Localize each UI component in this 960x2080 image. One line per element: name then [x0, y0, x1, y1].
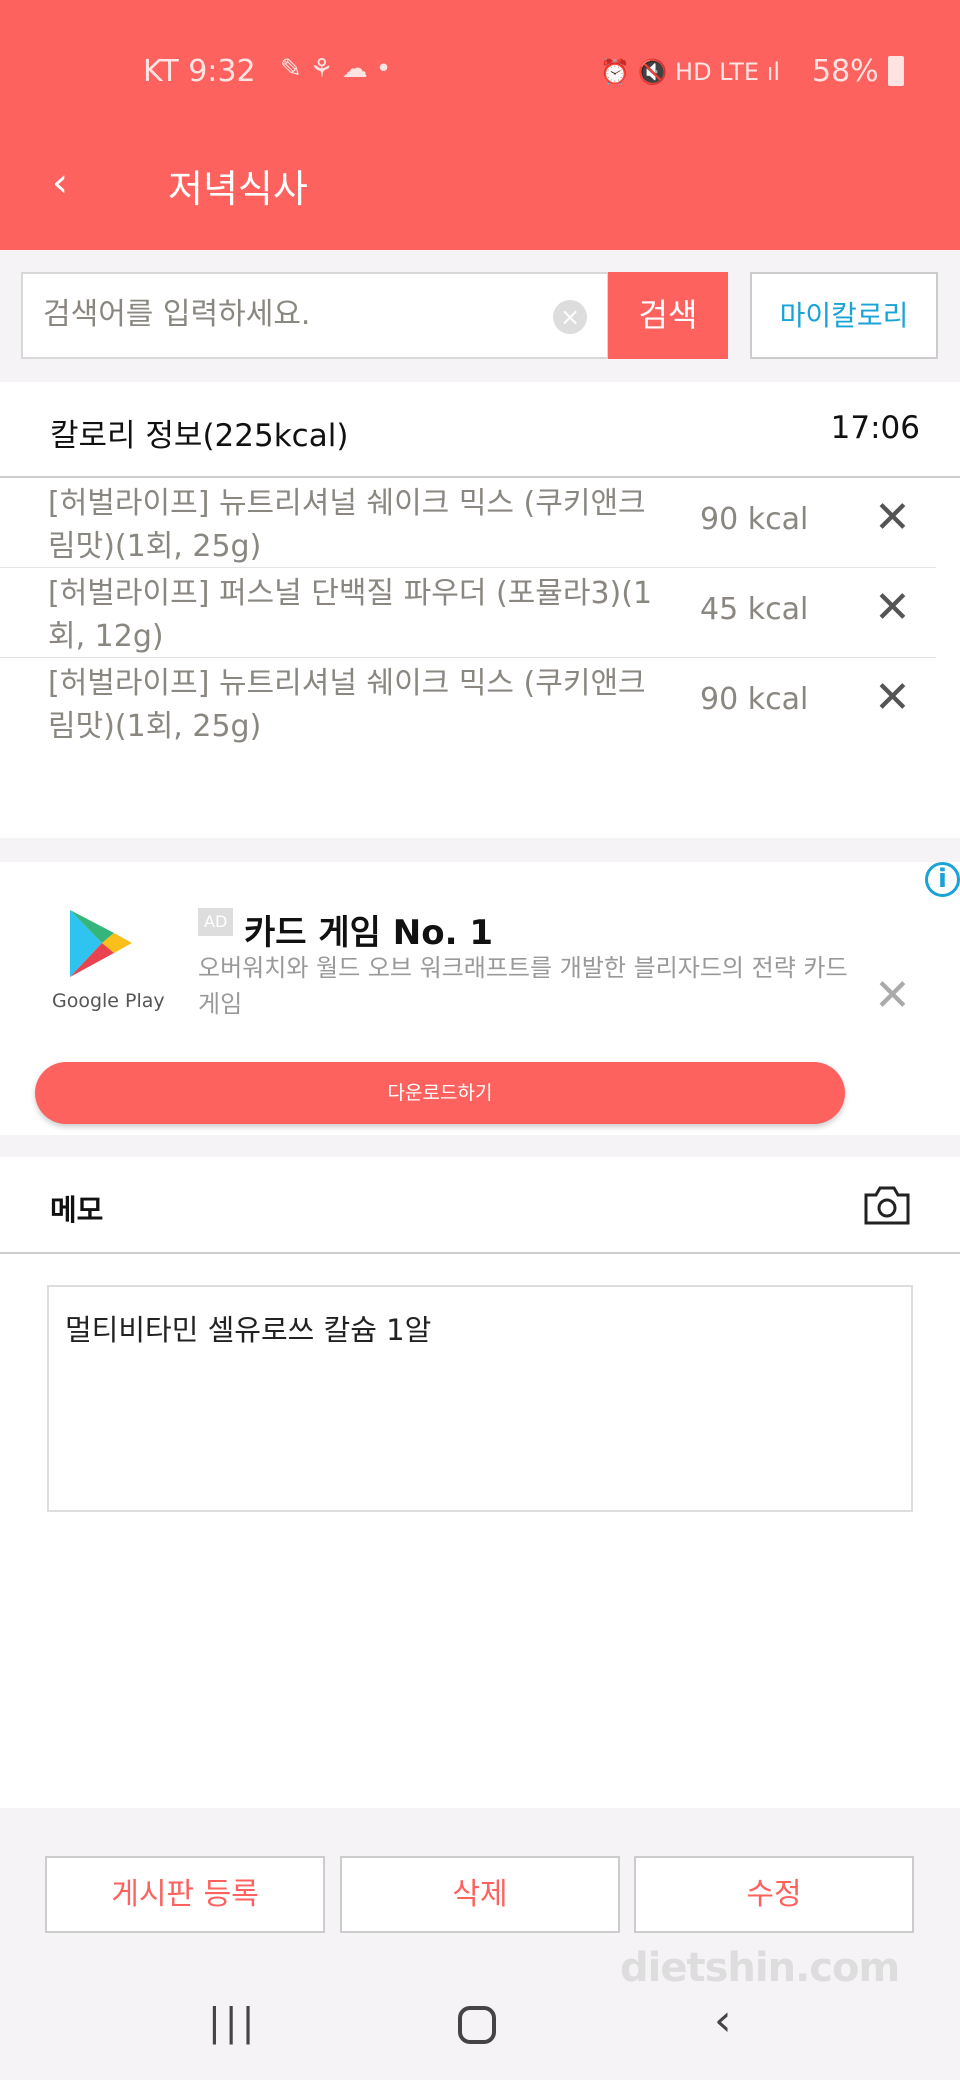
memo-header — [0, 1157, 960, 1254]
food-name: [허벌라이프] 뉴트리셔널 쉐이크 믹스 (쿠키앤크림맛)(1회, 25g) — [48, 666, 646, 744]
memo-label: 메모 — [50, 1193, 104, 1227]
food-kcal: 45 kcal — [700, 592, 809, 627]
watermark: dietshin.com — [620, 1945, 900, 1991]
food-name: [허벌라이프] 뉴트리셔널 쉐이크 믹스 (쿠키앤크림맛)(1회, 25g) — [48, 486, 646, 564]
status-left-icons: ✎ ⚘ ☁ • — [280, 54, 392, 84]
delete-button[interactable]: 삭제 — [340, 1856, 620, 1933]
info-icon[interactable]: i — [925, 862, 960, 897]
recent-apps-icon[interactable]: ||| — [208, 2000, 258, 2044]
clear-icon[interactable]: × — [553, 300, 587, 334]
back-nav-icon[interactable]: ‹ — [714, 1995, 732, 2046]
food-item: [허벌라이프] 뉴트리셔널 쉐이크 믹스 (쿠키앤크림맛)(1회, 25g) 9… — [0, 658, 936, 748]
search-button[interactable]: 검색 — [608, 272, 728, 359]
search-field[interactable] — [21, 272, 609, 359]
google-play-logo — [70, 910, 132, 977]
download-button[interactable]: 다운로드하기 — [35, 1062, 845, 1124]
home-icon[interactable] — [458, 2006, 496, 2044]
memo-textarea[interactable]: 멀티비타민 셀유로쓰 칼슘 1알 — [47, 1285, 913, 1512]
food-name: [허벌라이프] 퍼스널 단백질 파우더 (포뮬라3)(1회, 12g) — [48, 576, 653, 654]
calorie-info-title: 칼로리 정보(225kcal) — [50, 418, 349, 454]
remove-icon[interactable]: ✕ — [874, 492, 911, 543]
ad-badge: AD — [198, 908, 234, 936]
edit-button[interactable]: 수정 — [634, 1856, 914, 1933]
battery-level: 58% — [812, 54, 879, 89]
app-header — [0, 0, 960, 250]
food-item: [허벌라이프] 퍼스널 단백질 파우더 (포뮬라3)(1회, 12g) 45 k… — [0, 568, 936, 658]
ad-title[interactable]: 카드 게임 No. 1 — [244, 905, 493, 954]
status-time: KT 9:32 — [143, 54, 256, 89]
battery-icon — [888, 56, 904, 86]
food-item: [허벌라이프] 뉴트리셔널 쉐이크 믹스 (쿠키앤크림맛)(1회, 25g) 9… — [0, 478, 936, 568]
food-kcal: 90 kcal — [700, 502, 809, 537]
my-calorie-button[interactable]: 마이칼로리 — [750, 272, 938, 359]
google-play-label: Google Play — [52, 990, 165, 1012]
close-ad-icon[interactable]: ✕ — [874, 970, 911, 1021]
ad-description: 오버워치와 월드 오브 워크래프트를 개발한 블리자드의 전략 카드 게임 — [198, 954, 848, 1018]
remove-icon[interactable]: ✕ — [874, 672, 911, 723]
page-title: 저녁식사 — [168, 167, 308, 211]
status-right-icons: ⏰ 🔇 HD LTE ıl — [600, 58, 781, 86]
back-button[interactable]: ‹ — [52, 160, 68, 206]
meal-time: 17:06 — [830, 410, 920, 446]
remove-icon[interactable]: ✕ — [874, 582, 911, 633]
search-input[interactable] — [23, 274, 523, 354]
post-to-board-button[interactable]: 게시판 등록 — [45, 1856, 325, 1933]
food-kcal: 90 kcal — [700, 682, 809, 717]
camera-icon[interactable] — [862, 1183, 912, 1227]
